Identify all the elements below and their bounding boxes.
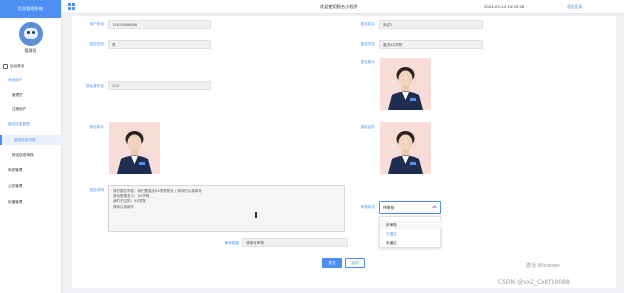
sidebar-brand: 后台管理系统 (0, 0, 61, 18)
sidebar-item-home[interactable]: 后台首页 (0, 62, 62, 70)
top-header: 欢迎使用报名小程序 2024-05-14 10:33:26 退出登录 (62, 0, 624, 14)
reply-field[interactable]: 请填写审核 (242, 238, 348, 247)
status-option-approved[interactable]: 已通过 (380, 229, 442, 238)
sidebar-item-registered-users[interactable]: 注册用户 (0, 105, 62, 113)
brand-label: 后台管理系统 (17, 6, 44, 11)
phone-label: 用户电话 (89, 22, 104, 26)
portrait-image (380, 122, 431, 174)
logout-link[interactable]: 退出登录 (567, 4, 582, 10)
sidebar-item-system-manage[interactable]: 系统管理 (0, 166, 62, 174)
sidebar-item-enroll-manage[interactable]: 报名信息管理 (0, 120, 62, 128)
idno-label: 报名身份证 (86, 84, 104, 88)
gender-field[interactable]: 男 (108, 40, 211, 49)
sidebar-user: 管理员 (0, 18, 61, 58)
sidebar-item-admin[interactable]: 管理员 (0, 91, 62, 99)
sidebar-item-label: 系统用户 (8, 77, 23, 82)
school-field[interactable]: 重庆XX学院 (379, 40, 483, 49)
photo-upload-1[interactable] (380, 58, 431, 110)
portrait-image (380, 58, 431, 110)
photo3-label: 报名证件 (360, 125, 375, 129)
back-label: 返回 (351, 260, 359, 265)
photo-upload-3[interactable] (380, 122, 431, 174)
status-option-pending[interactable]: 未审核 (380, 220, 442, 229)
csdn-watermark: CSDN @vx2_CxKf10088 (498, 279, 570, 286)
status-label: 审核状态 (360, 205, 375, 209)
header-datetime: 2024-05-14 10:33:26 (484, 4, 525, 9)
school-label: 报名学校 (360, 42, 375, 46)
home-icon (3, 63, 8, 69)
portrait-image (109, 122, 160, 174)
text-cursor-icon (255, 212, 257, 218)
status-selected-value: 待审核 (383, 205, 395, 210)
reply-label: 审核回复 (224, 241, 239, 245)
windows-activation-watermark: 激活 Windows (526, 263, 560, 269)
submit-label: 提交 (328, 260, 336, 265)
sidebar-item-system-users[interactable]: 系统用户 (0, 76, 62, 84)
sidebar-item-label: 管理员 (12, 92, 23, 97)
sidebar: 后台管理系统 管理员 后台首页 系统用户 管理员 注册用户 报名信息管理 报名信… (0, 0, 62, 293)
phone-field[interactable]: 13813888888 (108, 20, 211, 29)
sidebar-item-label: 公告管理 (8, 183, 23, 188)
remark-line: 请你认真填写 (113, 204, 134, 209)
submit-button[interactable]: 提交 (322, 258, 342, 268)
robot-icon (23, 28, 38, 39)
sidebar-item-label: 注册用户 (12, 106, 27, 111)
status-option-rejected[interactable]: 未通过 (380, 238, 442, 247)
remark-textarea[interactable]: 我们报名学校：我们是重庆XX学院院长 / 请你们认真填写 我也是报名人：XX学院… (108, 185, 345, 232)
user-name: 管理员 (24, 48, 37, 53)
photo2-label: 报名照片 (89, 125, 104, 129)
sidebar-item-label: 报名信息管理 (8, 121, 30, 126)
sidebar-item-notice[interactable]: 公告管理 (0, 182, 62, 190)
menu-toggle-icon[interactable] (68, 3, 75, 10)
chevron-up-icon (432, 205, 437, 210)
name-field[interactable]: 测试1 (379, 20, 483, 29)
header-title: 欢迎使用报名小程序 (320, 4, 358, 9)
avatar (18, 22, 43, 46)
back-button[interactable]: 返回 (345, 258, 365, 268)
photo-upload-2[interactable] (109, 122, 160, 174)
sidebar-item-carousel[interactable]: 轮播管理 (0, 198, 62, 206)
name-label: 报名姓名 (360, 22, 375, 26)
status-select[interactable]: 待审核 (379, 201, 441, 214)
sidebar-item-enroll-audit[interactable]: 报名信息审核 (0, 151, 62, 159)
photo1-label: 报名照片 (360, 60, 375, 64)
sidebar-item-label: 系统管理 (8, 167, 23, 172)
sidebar-item-label: 报名信息审核 (12, 152, 34, 157)
idno-field[interactable]: 220 (108, 81, 211, 90)
sidebar-item-label: 轮播管理 (8, 199, 23, 204)
status-dropdown: 未审核 已通过 未通过 (379, 216, 442, 248)
sidebar-item-label: 报名信息列表 (14, 137, 36, 142)
remark-label: 报名说明 (89, 188, 104, 192)
sidebar-item-enroll-list[interactable]: 报名信息列表 (0, 135, 62, 145)
sidebar-item-label: 后台首页 (10, 63, 25, 68)
gender-label: 报名性别 (89, 42, 104, 46)
